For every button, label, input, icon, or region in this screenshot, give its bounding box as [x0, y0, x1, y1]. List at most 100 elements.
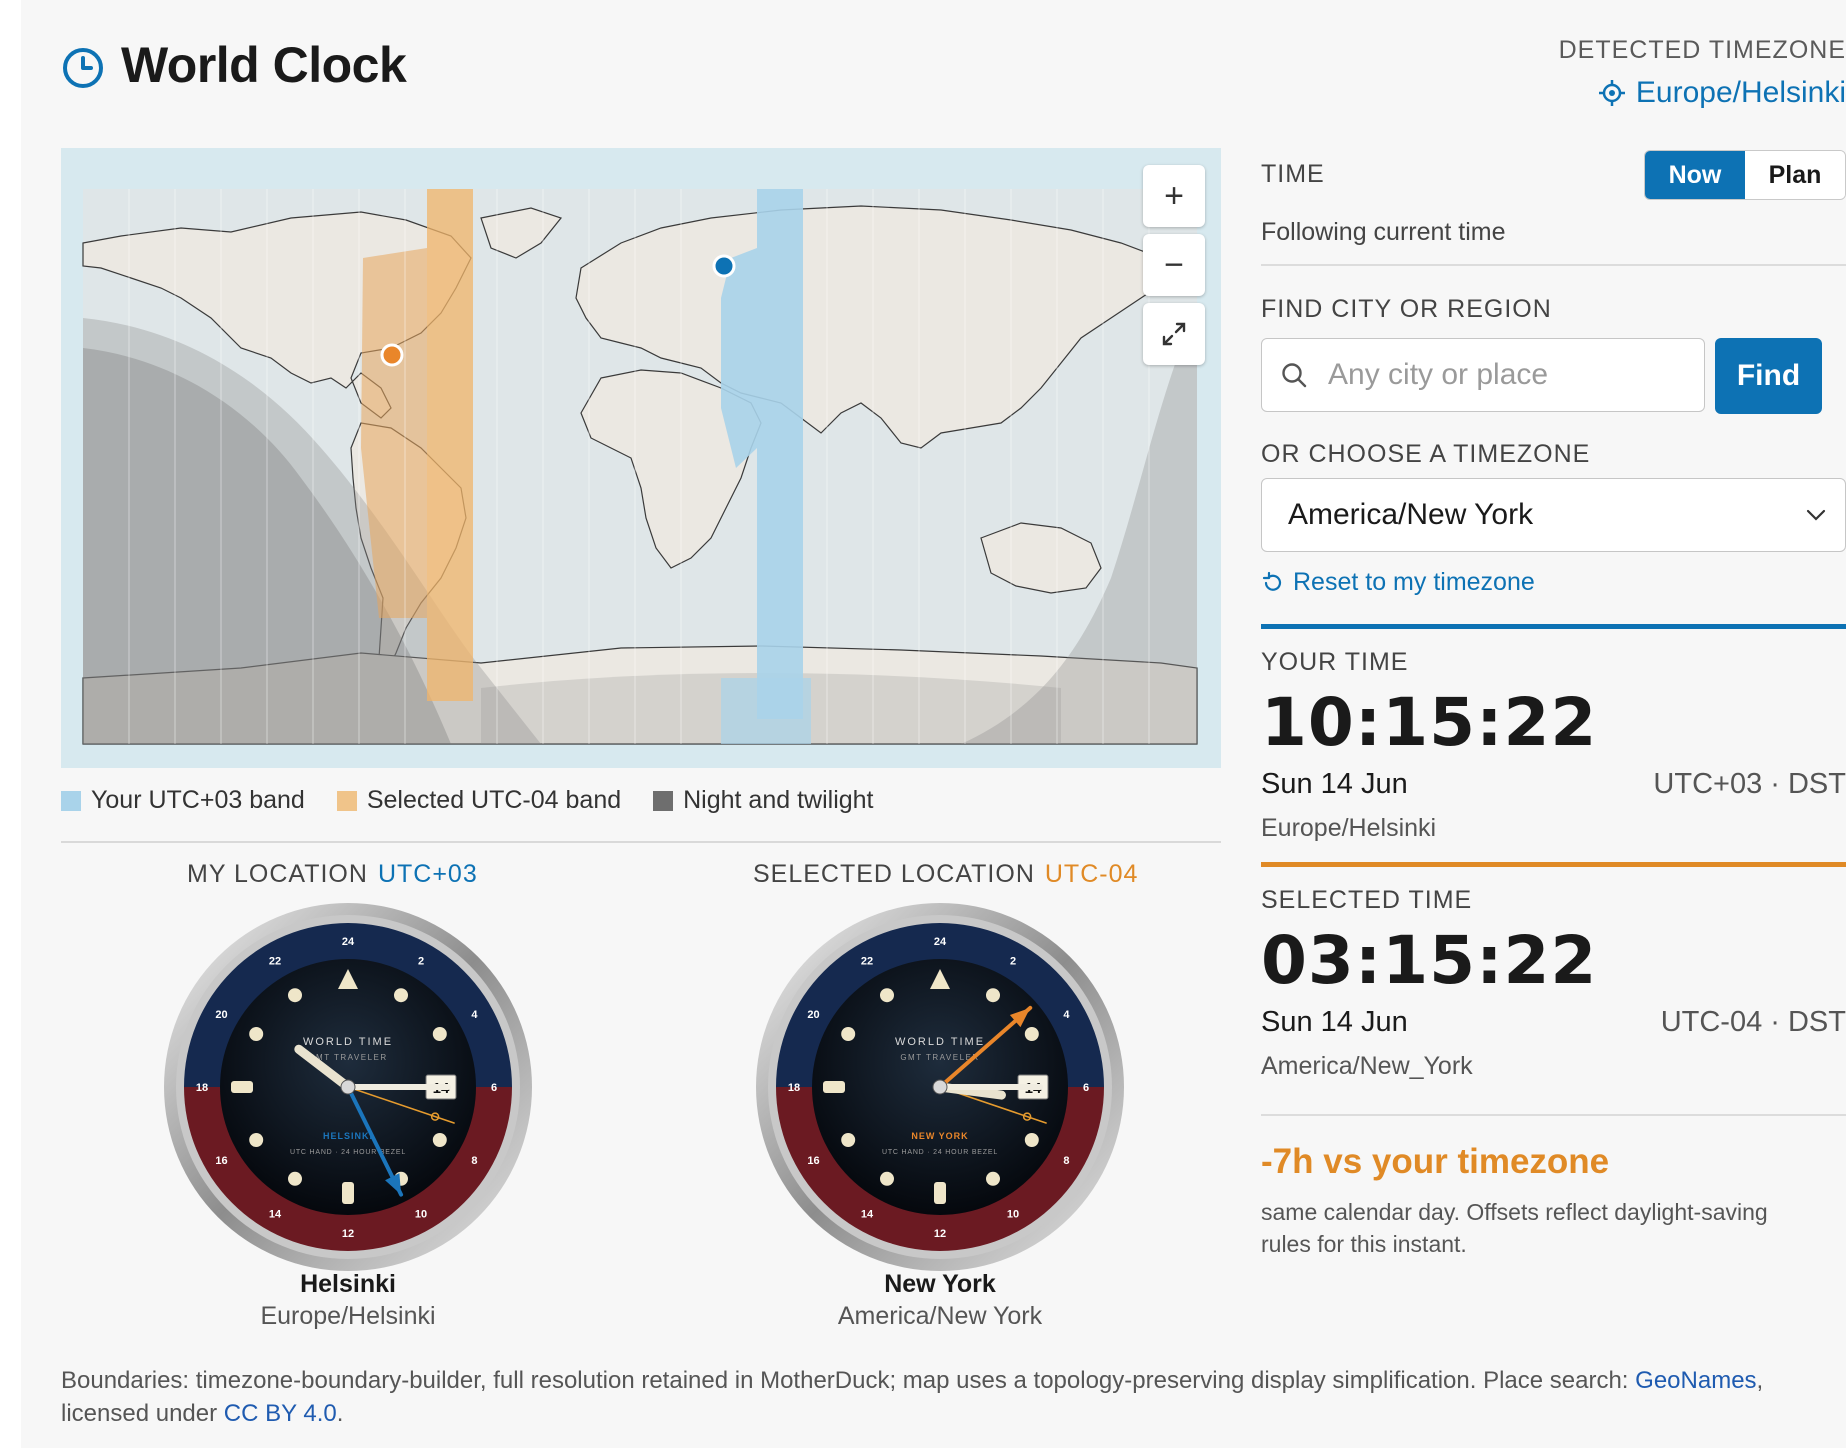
hour-marker-bar [231, 1081, 253, 1093]
legend-divider [61, 841, 1221, 843]
bezel-numeral: 2 [418, 956, 424, 968]
hour-marker-dot [841, 1133, 856, 1147]
bezel-numeral: 4 [1063, 1009, 1070, 1021]
selected-time-utc: UTC-04 · DST [1660, 1006, 1846, 1038]
bezel-numeral: 24 [934, 936, 947, 948]
my-location-label: MY LOCATION [187, 860, 368, 888]
legend-swatch-night [653, 790, 674, 811]
reset-timezone-label: Reset to my timezone [1293, 568, 1535, 596]
selected-time-label: SELECTED TIME [1261, 886, 1473, 914]
find-button[interactable]: Find [1715, 338, 1822, 414]
selected-location-label: SELECTED LOCATION [753, 860, 1035, 888]
hour-marker-dot [432, 1133, 447, 1147]
legend-selected-band: Selected UTC-04 band [336, 786, 622, 815]
my-location-heading: MY LOCATION UTC+03 [187, 860, 478, 889]
detected-timezone-value: Europe/Helsinki [1635, 76, 1846, 109]
legend-selected-label: Selected UTC-04 band [366, 786, 622, 814]
bezel-numeral: 4 [471, 1009, 478, 1021]
your-time-zone: Europe/Helsinki [1261, 814, 1437, 842]
footer-text-3: . [336, 1400, 344, 1427]
face-city: HELSINKI [323, 1131, 373, 1141]
clock-icon [63, 48, 103, 88]
bezel-numeral: 16 [807, 1155, 819, 1167]
face-note: UTC HAND · 24 HOUR BEZEL [290, 1149, 406, 1156]
hour-marker-bar [934, 1182, 946, 1204]
your-timezone-antarctic [721, 678, 811, 744]
bezel-numeral: 14 [861, 1208, 874, 1220]
bezel-numeral: 18 [788, 1082, 800, 1094]
bezel-numeral: 22 [269, 956, 281, 968]
world-map[interactable]: + − [61, 148, 1221, 768]
selected-time-value: 03:15:22 [1261, 922, 1598, 999]
selected-time-accent-bar [1261, 862, 1846, 867]
legend-night: Night and twilight [653, 786, 874, 815]
selected-city-timezone: America/New York [837, 1302, 1043, 1330]
hour-marker-dot [841, 1027, 856, 1041]
map-canvas[interactable] [61, 148, 1221, 768]
footer-text-1: Boundaries: timezone-boundary-builder, f… [61, 1367, 1636, 1394]
your-time-utc: UTC+03 · DST [1653, 768, 1846, 800]
my-location-clock: 2424681012141618202214WORLD TIMEGMT TRAV… [164, 903, 532, 1271]
following-status: Following current time [1261, 218, 1506, 246]
hour-marker-dot [288, 1171, 302, 1186]
selected-timezone-band [427, 189, 473, 701]
bezel-numeral: 16 [215, 1155, 227, 1167]
geonames-link[interactable]: GeoNames [1635, 1367, 1756, 1394]
chevron-down-icon [1806, 509, 1826, 521]
zoom-in-button[interactable]: + [1143, 165, 1205, 227]
zoom-out-button[interactable]: − [1143, 234, 1205, 296]
hour-marker-bar [823, 1081, 845, 1093]
legend-night-label: Night and twilight [683, 786, 874, 814]
hour-marker-dot [1024, 1027, 1039, 1041]
time-mode-toggle[interactable]: Now Plan [1644, 150, 1846, 200]
hour-marker-dot [880, 1171, 894, 1186]
timezone-select[interactable]: America/New York [1261, 478, 1846, 552]
selected-location-marker[interactable] [380, 343, 404, 367]
selected-city-name: New York [884, 1270, 996, 1298]
find-city-label: FIND CITY OR REGION [1261, 295, 1552, 323]
attribution-footer: Boundaries: timezone-boundary-builder, f… [61, 1364, 1841, 1430]
page: World Clock DETECTED TIMEZONE Europe/Hel… [21, 0, 1846, 1448]
search-field[interactable] [1261, 338, 1705, 412]
bezel-numeral: 22 [861, 956, 873, 968]
center-cap [340, 1079, 356, 1095]
bezel-numeral: 18 [196, 1082, 208, 1094]
my-city-timezone: Europe/Helsinki [260, 1302, 436, 1330]
bezel-numeral: 2 [1010, 956, 1016, 968]
bezel-numeral: 20 [215, 1009, 227, 1021]
center-cap [932, 1079, 948, 1095]
hour-marker-dot [249, 1133, 264, 1147]
bezel-numeral: 8 [1063, 1155, 1069, 1167]
hour-marker-dot [1024, 1133, 1039, 1147]
bezel-numeral: 10 [1007, 1208, 1019, 1220]
legend-swatch-your [61, 790, 81, 811]
hour-marker-bar [342, 1182, 354, 1204]
map-legend: Your UTC+03 band Selected UTC-04 band Ni… [61, 786, 874, 815]
bezel-numeral: 24 [342, 936, 355, 948]
offset-note: same calendar day. Offsets reflect dayli… [1261, 1199, 1768, 1257]
legend-your-band: Your UTC+03 band [61, 786, 305, 815]
selected-location-offset: UTC-04 [1044, 860, 1139, 888]
detected-timezone-link[interactable]: Europe/Helsinki [1598, 76, 1846, 110]
timezone-select-value: America/New York [1288, 498, 1534, 531]
search-input[interactable] [1326, 357, 1700, 393]
selected-time-zone: America/New_York [1261, 1052, 1473, 1080]
mode-now-button[interactable]: Now [1645, 151, 1745, 199]
panel-divider-2 [1261, 1114, 1846, 1116]
hour-marker-dot [249, 1027, 264, 1041]
bezel-numeral: 10 [415, 1208, 427, 1220]
bezel-numeral: 14 [269, 1208, 282, 1220]
reset-icon [1262, 571, 1282, 591]
mode-plan-button[interactable]: Plan [1745, 151, 1845, 199]
choose-timezone-label: OR CHOOSE A TIMEZONE [1261, 440, 1591, 468]
fullscreen-button[interactable] [1143, 303, 1205, 365]
my-location-marker[interactable] [712, 254, 736, 278]
cc-by-link[interactable]: CC BY 4.0 [224, 1400, 337, 1427]
hour-marker-dot [986, 988, 1000, 1003]
face-note: UTC HAND · 24 HOUR BEZEL [882, 1149, 998, 1156]
your-time-label: YOUR TIME [1261, 648, 1409, 676]
reset-timezone-link[interactable]: Reset to my timezone [1261, 568, 1535, 597]
expand-icon [1162, 322, 1186, 346]
offset-difference: -7h vs your timezone [1261, 1142, 1610, 1181]
your-time-value: 10:15:22 [1261, 684, 1598, 761]
